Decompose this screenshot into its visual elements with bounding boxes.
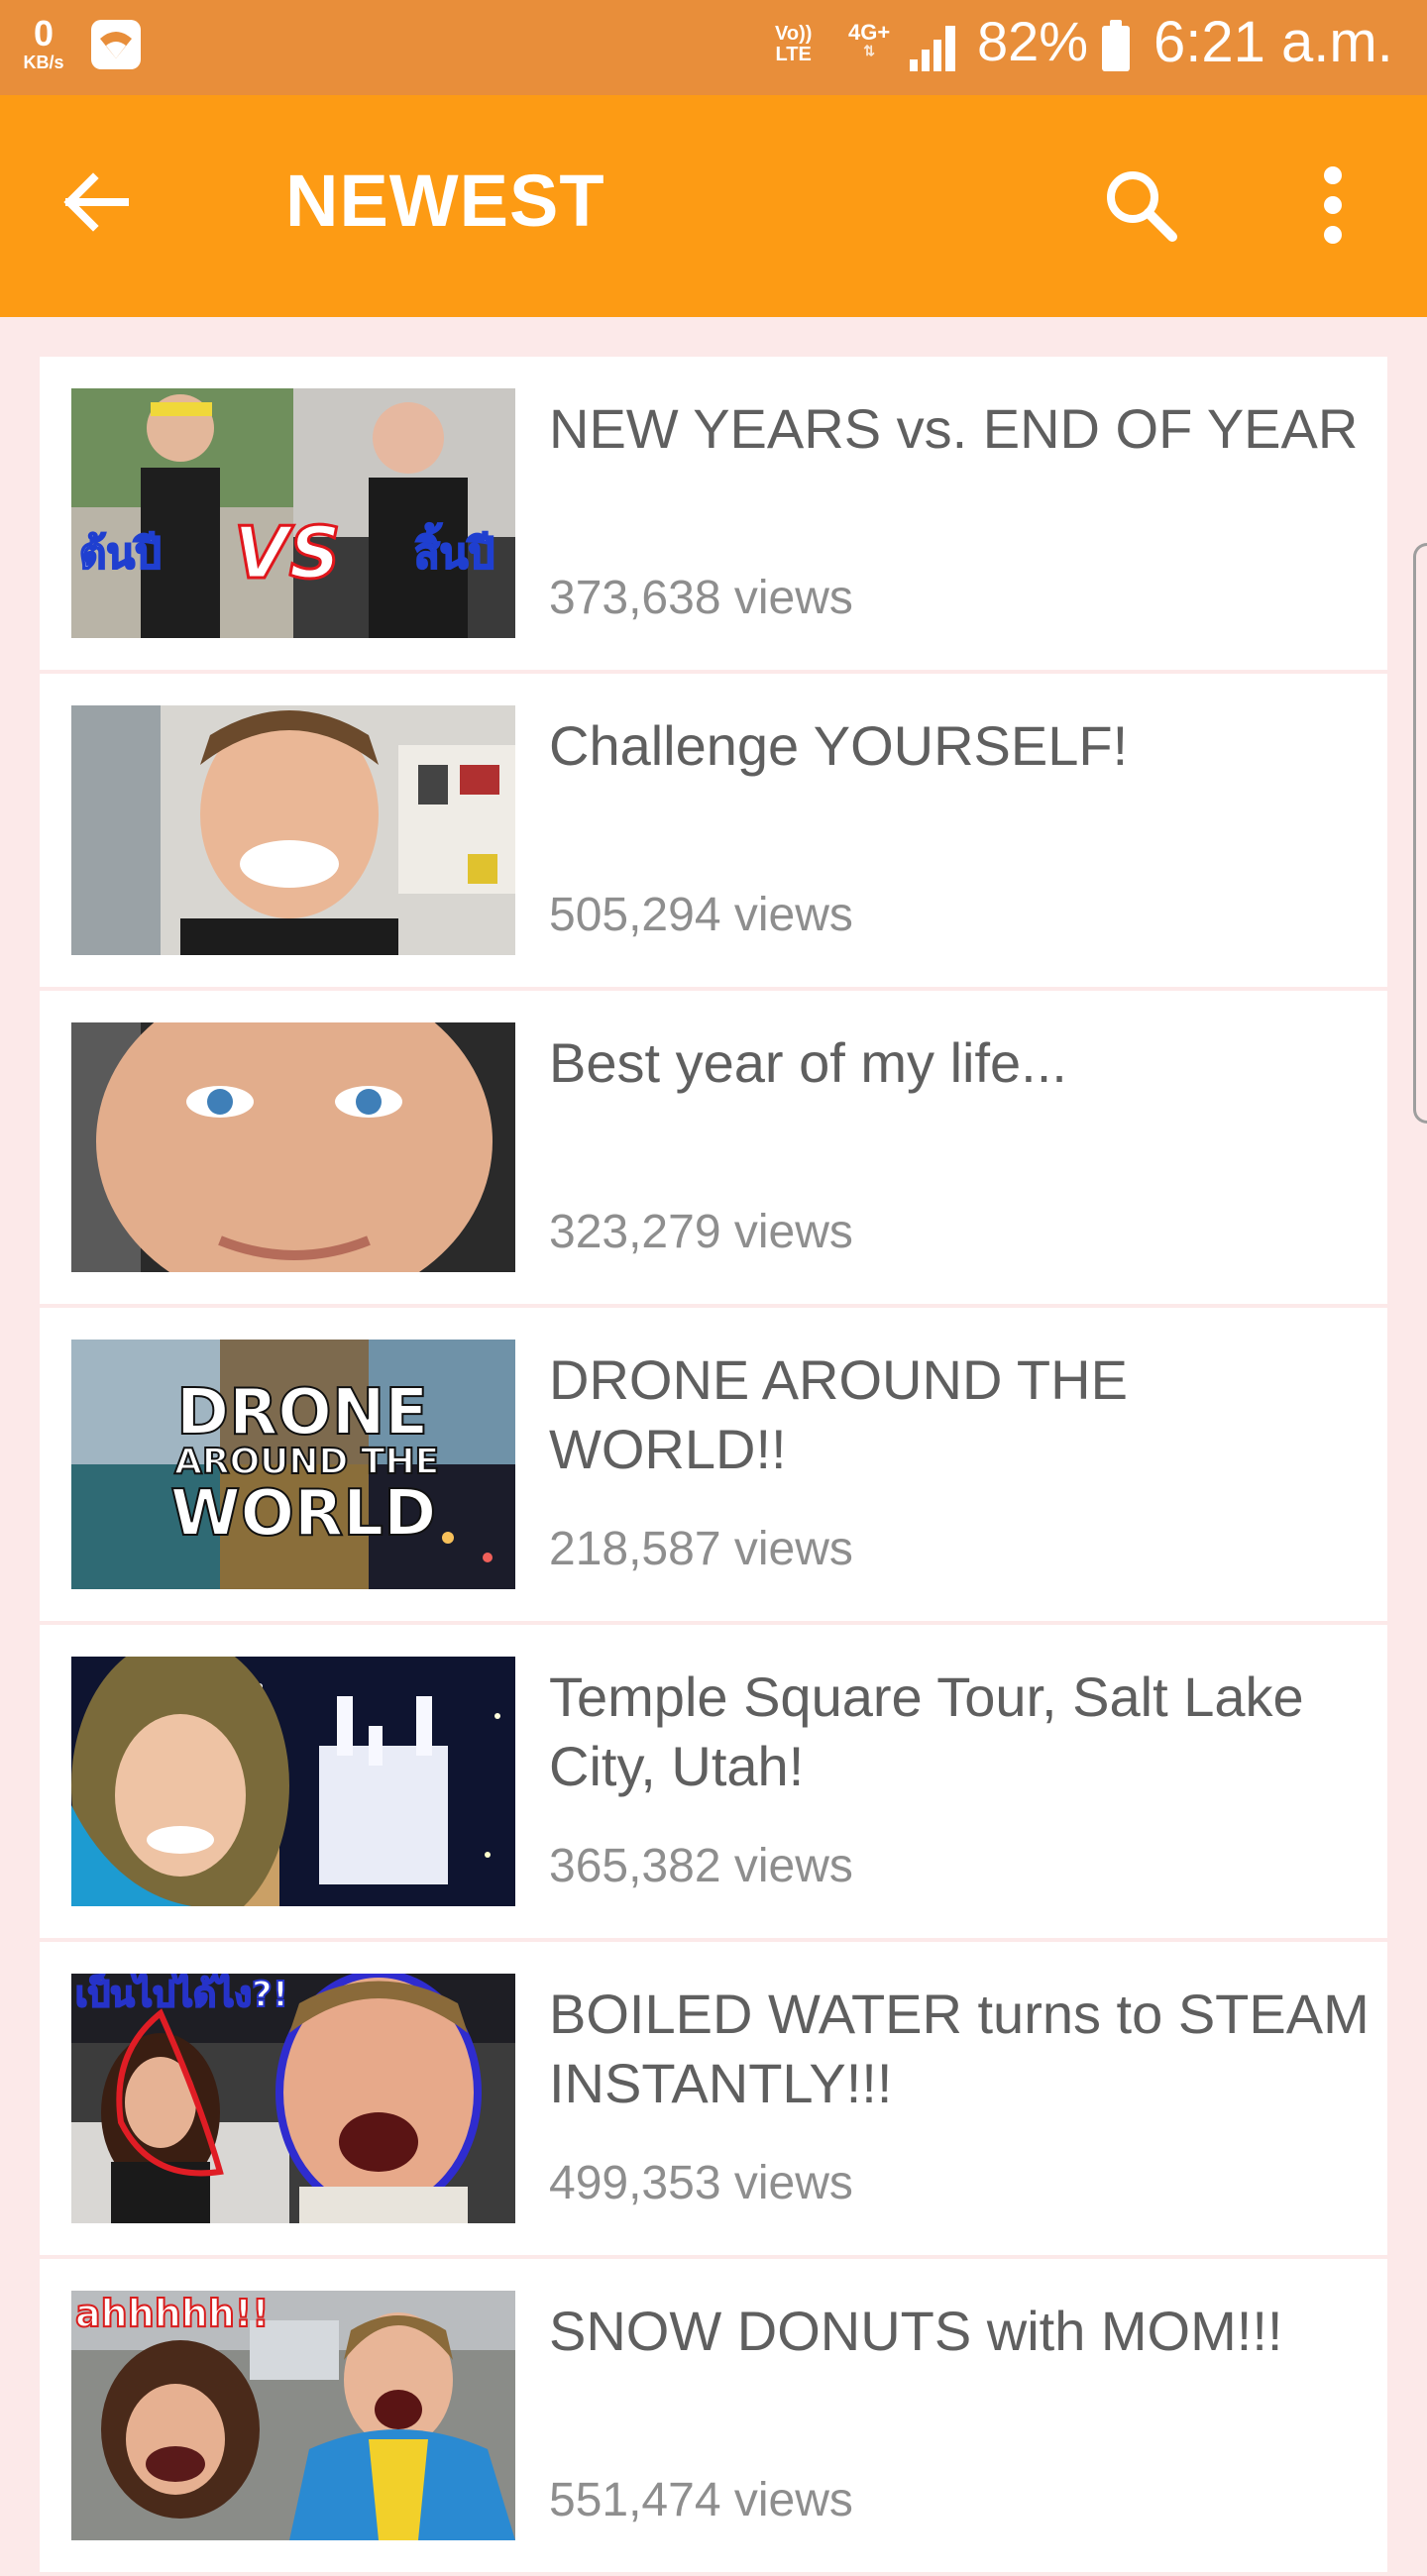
view-count: 373,638 views [549,572,853,624]
video-thumbnail[interactable] [71,1657,515,1906]
video-item[interactable]: Temple Square Tour, Salt Lake City, Utah… [40,1625,1387,1938]
volte-label-bottom: LTE [775,44,812,65]
video-item[interactable]: เป็นไปได้ไง?! BOILED WATER turns to STEA… [40,1942,1387,2255]
network-speed: 0 KB/s [14,13,73,72]
video-item[interactable]: ต้นปี VS สิ้นปี NEW YEARS vs. END OF YEA… [40,357,1387,670]
video-thumbnail[interactable]: ahhhhh!! [71,2291,515,2540]
more-options-button[interactable] [1278,151,1387,260]
thumbnail-caption: สิ้นปี [413,529,495,578]
video-thumbnail[interactable] [71,705,515,955]
video-title[interactable]: DRONE AROUND THE WORLD!! [549,1345,1372,1484]
thumbnail-caption: VS [233,511,343,594]
status-bar: 0 KB/s Vo)) LTE 4G+ ⇅ 82% 6:21 a.m. [0,0,1427,95]
wifi-icon [91,20,141,69]
view-count: 505,294 views [549,889,853,941]
view-count: 218,587 views [549,1523,853,1575]
video-list: ต้นปี VS สิ้นปี NEW YEARS vs. END OF YEA… [40,357,1387,2576]
video-title[interactable]: Temple Square Tour, Salt Lake City, Utah… [549,1663,1372,1801]
volte-label-top: Vo)) [775,23,813,45]
video-title[interactable]: NEW YEARS vs. END OF YEAR [549,394,1372,464]
video-title[interactable]: BOILED WATER turns to STEAM INSTANTLY!!! [549,1980,1372,2118]
video-item[interactable]: Challenge YOURSELF! 505,294 views [40,674,1387,987]
battery-icon [1102,20,1130,71]
video-title[interactable]: Best year of my life... [549,1028,1372,1098]
volte-indicator: Vo)) LTE [775,24,812,65]
video-title[interactable]: SNOW DONUTS with MOM!!! [549,2297,1372,2366]
battery-percent: 82% [977,10,1089,72]
video-item[interactable]: Best year of my life... 323,279 views [40,991,1387,1304]
page-title: NEWEST [285,160,605,242]
search-icon [1107,171,1177,242]
video-item[interactable]: DRONE AROUND THE WORLD DRONE AROUND THE … [40,1308,1387,1621]
network-speed-value: 0 [33,13,55,54]
network-type: 4G+ ⇅ [848,20,891,58]
thumbnail-caption: ต้นปี [78,529,163,578]
view-count: 551,474 views [549,2474,853,2526]
network-type-label: 4G+ [848,20,891,45]
video-thumbnail[interactable]: DRONE AROUND THE WORLD [71,1340,515,1589]
video-thumbnail[interactable]: เป็นไปได้ไง?! [71,1974,515,2223]
data-arrows-icon: ⇅ [863,43,875,58]
thumbnail-caption: เป็นไปได้ไง?! [74,1975,289,2015]
thumbnail-caption: AROUND THE [173,1442,440,1482]
view-count: 323,279 views [549,1206,853,1258]
network-speed-unit: KB/s [23,53,64,72]
view-count: 365,382 views [549,1840,853,1892]
view-count: 499,353 views [549,2157,853,2209]
video-thumbnail[interactable] [71,1022,515,1272]
edge-panel-handle[interactable] [1413,543,1427,1124]
thumbnail-caption: ahhhhh!! [74,2292,271,2335]
search-button[interactable] [1086,151,1195,260]
video-thumbnail[interactable]: ต้นปี VS สิ้นปี [71,388,515,638]
back-button[interactable] [40,147,151,258]
arrow-left-icon [63,172,129,232]
signal-icon [910,26,955,71]
more-vert-icon [1324,166,1342,244]
video-title[interactable]: Challenge YOURSELF! [549,711,1372,781]
app-bar: NEWEST [0,95,1427,317]
video-item[interactable]: ahhhhh!! SNOW DONUTS with MOM!!! 551,474… [40,2259,1387,2572]
thumbnail-caption: DRONE [175,1376,429,1449]
clock: 6:21 a.m. [1153,10,1393,74]
thumbnail-caption: WORLD [169,1477,437,1551]
